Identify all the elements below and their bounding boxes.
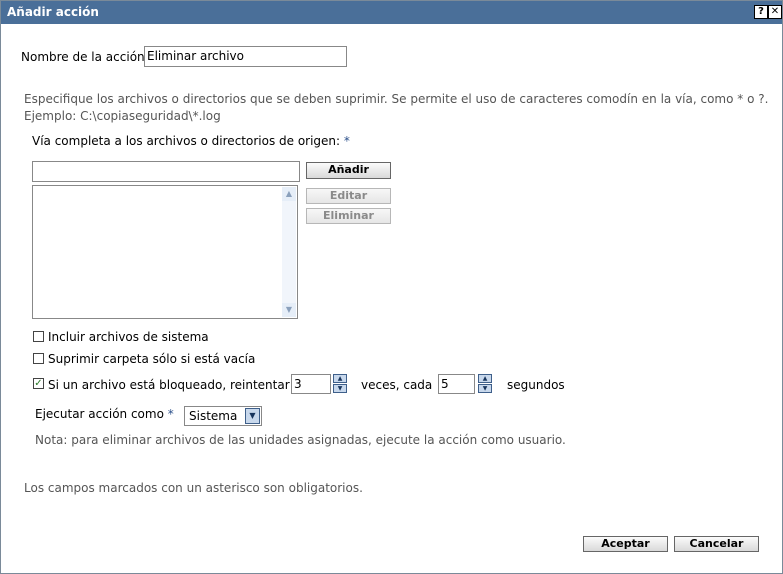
required-asterisk: * [167,407,174,421]
stepper-up-icon[interactable]: ▲ [478,374,492,383]
retry-locked-label: Si un archivo está bloqueado, reintentar [48,378,290,392]
paths-listbox[interactable]: ▲ ▼ [32,185,298,319]
help-icon[interactable]: ? [754,5,768,19]
run-as-select[interactable]: Sistema ▼ [184,406,262,426]
include-system-files-label: Incluir archivos de sistema [48,330,209,344]
action-name-label: Nombre de la acción [21,50,145,64]
dialog-title: Añadir acción [7,5,99,19]
retry-interval-stepper[interactable]: ▲ ▼ [478,374,492,394]
stepper-down-icon[interactable]: ▼ [333,384,347,393]
retry-count-stepper[interactable]: ▲ ▼ [333,374,347,394]
retry-seconds-label: segundos [507,378,565,392]
delete-empty-folder-checkbox[interactable] [33,353,44,364]
run-as-label: Ejecutar acción como * [35,407,174,421]
add-action-dialog: Añadir acción ? ✕ Nombre de la acción El… [0,0,783,574]
stepper-up-icon[interactable]: ▲ [333,374,347,383]
delete-button[interactable]: Eliminar [306,208,391,224]
run-as-selected-value: Sistema [189,409,238,423]
description-text: Especifique los archivos o directorios q… [24,92,769,106]
retry-times-label: veces, cada [361,378,433,392]
include-system-files-checkbox[interactable] [33,331,44,342]
source-path-label-text: Vía completa a los archivos o directorio… [32,134,341,148]
chevron-down-icon[interactable]: ▼ [245,408,260,424]
run-as-note: Nota: para eliminar archivos de las unid… [35,433,566,447]
edit-button[interactable]: Editar [306,188,391,204]
retry-count-input[interactable]: 3 [291,374,331,394]
scroll-down-icon[interactable]: ▼ [282,303,296,317]
path-input[interactable] [32,161,300,182]
listbox-scrollbar[interactable]: ▲ ▼ [282,187,296,317]
retry-locked-checkbox[interactable]: ✓ [33,378,44,389]
required-fields-note: Los campos marcados con un asterisco son… [24,481,363,495]
delete-empty-folder-label: Suprimir carpeta sólo si está vacía [48,352,256,366]
stepper-down-icon[interactable]: ▼ [478,384,492,393]
add-button[interactable]: Añadir [306,162,391,179]
cancel-button[interactable]: Cancelar [674,536,759,552]
example-text: Ejemplo: C:\copiaseguridad\*.log [24,109,221,123]
title-bar: Añadir acción ? ✕ [1,1,782,24]
source-path-label: Vía completa a los archivos o directorio… [32,134,350,148]
accept-button[interactable]: Aceptar [583,536,668,552]
close-icon[interactable]: ✕ [768,5,782,19]
required-asterisk: * [343,134,350,148]
run-as-label-text: Ejecutar acción como [35,407,164,421]
action-name-input[interactable]: Eliminar archivo [144,46,347,67]
retry-interval-input[interactable]: 5 [438,374,475,394]
scroll-up-icon[interactable]: ▲ [282,187,296,201]
